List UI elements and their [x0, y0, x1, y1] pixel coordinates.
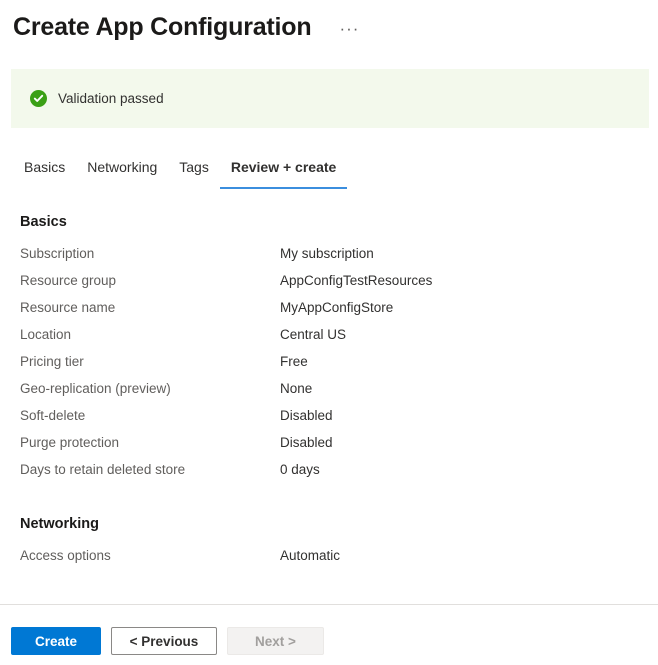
summary-row-days-to-retain: Days to retain deleted store 0 days	[0, 461, 658, 488]
summary-label: Geo-replication (preview)	[0, 380, 280, 398]
summary-value: AppConfigTestResources	[280, 272, 432, 290]
review-summary: Basics Subscription My subscription Reso…	[0, 212, 658, 574]
summary-label: Soft-delete	[0, 407, 280, 425]
summary-value: Automatic	[280, 547, 340, 565]
summary-row-resource-name: Resource name MyAppConfigStore	[0, 299, 658, 326]
summary-row-geo-replication: Geo-replication (preview) None	[0, 380, 658, 407]
summary-row-subscription: Subscription My subscription	[0, 245, 658, 272]
page-header: Create App Configuration ···	[0, 0, 658, 46]
validation-banner: Validation passed	[11, 69, 649, 128]
summary-value: MyAppConfigStore	[280, 299, 393, 317]
summary-label: Subscription	[0, 245, 280, 263]
wizard-footer: Create < Previous Next >	[11, 627, 324, 655]
summary-row-soft-delete: Soft-delete Disabled	[0, 407, 658, 434]
summary-label: Days to retain deleted store	[0, 461, 280, 479]
summary-value: My subscription	[280, 245, 374, 263]
summary-row-resource-group: Resource group AppConfigTestResources	[0, 272, 658, 299]
summary-label: Resource name	[0, 299, 280, 317]
summary-row-purge-protection: Purge protection Disabled	[0, 434, 658, 461]
next-button[interactable]: Next >	[227, 627, 324, 655]
summary-row-location: Location Central US	[0, 326, 658, 353]
section-heading-networking: Networking	[0, 514, 658, 534]
summary-row-pricing-tier: Pricing tier Free	[0, 353, 658, 380]
tab-review-create[interactable]: Review + create	[220, 157, 347, 189]
summary-row-access-options: Access options Automatic	[0, 547, 658, 574]
summary-value: Free	[280, 353, 308, 371]
summary-value: 0 days	[280, 461, 320, 479]
more-options-icon[interactable]: ···	[339, 22, 359, 36]
validation-banner-text: Validation passed	[58, 90, 164, 108]
tab-basics[interactable]: Basics	[13, 157, 76, 189]
summary-label: Access options	[0, 547, 280, 565]
previous-button[interactable]: < Previous	[111, 627, 217, 655]
summary-label: Location	[0, 326, 280, 344]
summary-label: Resource group	[0, 272, 280, 290]
tab-tags[interactable]: Tags	[168, 157, 220, 189]
summary-value: None	[280, 380, 312, 398]
section-networking: Networking Access options Automatic	[0, 514, 658, 574]
wizard-tabs: Basics Networking Tags Review + create	[13, 155, 347, 189]
summary-label: Purge protection	[0, 434, 280, 452]
summary-label: Pricing tier	[0, 353, 280, 371]
tab-networking[interactable]: Networking	[76, 157, 168, 189]
summary-value: Disabled	[280, 407, 333, 425]
section-basics: Basics Subscription My subscription Reso…	[0, 212, 658, 488]
page-title: Create App Configuration	[13, 11, 311, 43]
checkmark-circle-icon	[30, 90, 47, 107]
create-button[interactable]: Create	[11, 627, 101, 655]
footer-divider	[0, 604, 658, 605]
summary-value: Central US	[280, 326, 346, 344]
section-heading-basics: Basics	[0, 212, 658, 232]
summary-value: Disabled	[280, 434, 333, 452]
